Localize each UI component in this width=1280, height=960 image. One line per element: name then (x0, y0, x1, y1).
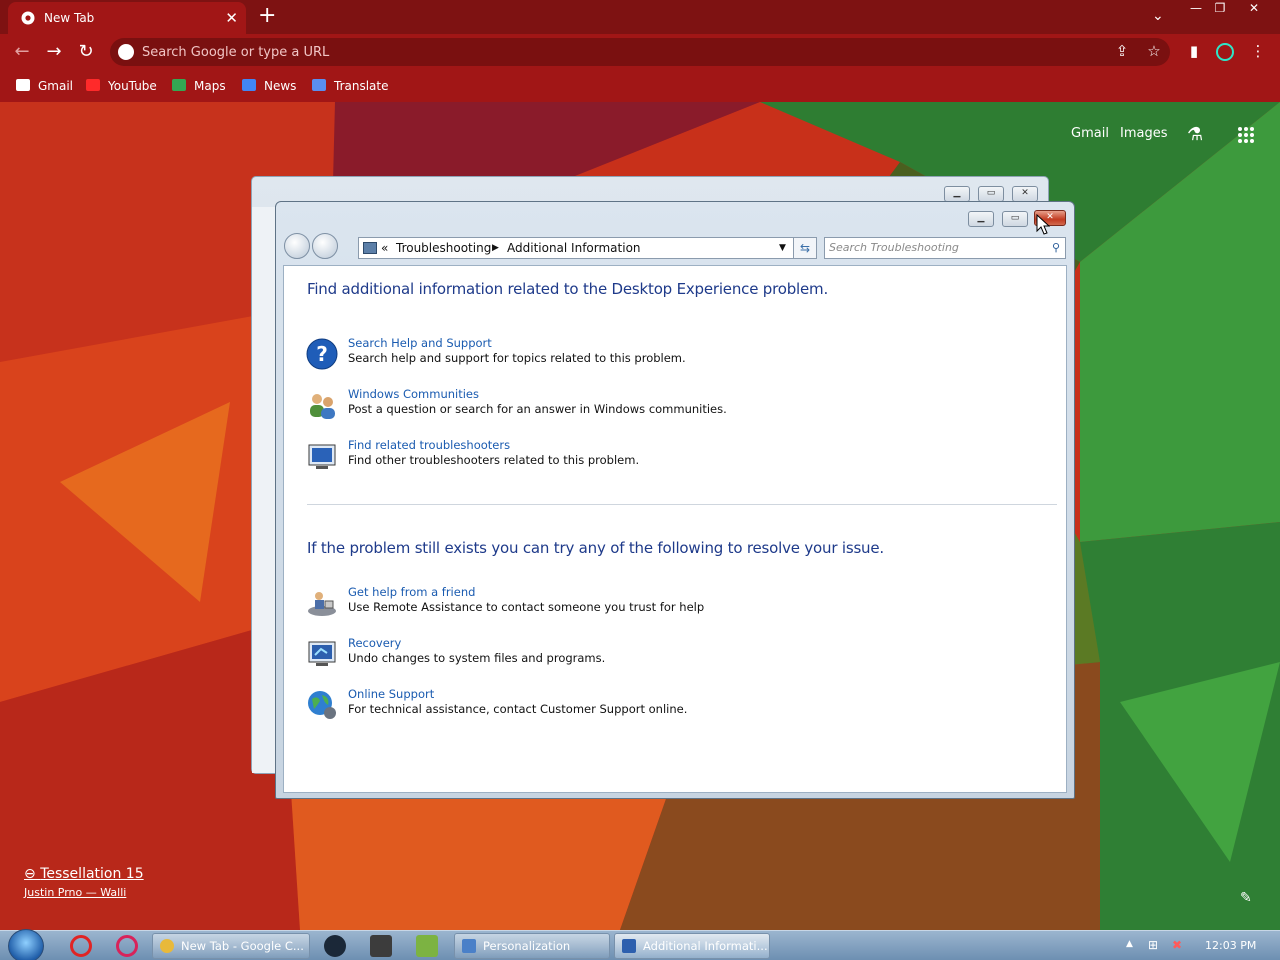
tab-close-icon[interactable]: ✕ (225, 9, 238, 27)
apps-grid-icon[interactable] (1238, 127, 1254, 143)
bookmarks-bar: Gmail YouTube Maps News Translate (0, 70, 1280, 102)
bookmark-gmail[interactable]: Gmail (16, 77, 73, 95)
task-chrome[interactable]: New Tab - Google C... (152, 933, 310, 959)
mouse-cursor-icon (1036, 214, 1050, 235)
clock[interactable]: 12:03 PM (1205, 939, 1256, 952)
troubleshooting-window[interactable]: ▁ ▭ ✕ « Troubleshooting ▶ Additional Inf… (275, 201, 1075, 799)
back-maximize-icon[interactable]: ▭ (978, 186, 1004, 202)
menu-kebab-icon[interactable]: ⋮ (1248, 42, 1268, 62)
browser-toolbar: ← → ↻ ⇪ ☆ ▮ ⋮ (0, 34, 1280, 70)
omnibox-input[interactable] (142, 42, 1042, 62)
task-additional-information[interactable]: Additional Informati... (614, 933, 770, 959)
steam-icon[interactable] (324, 935, 346, 957)
youtube-icon (86, 79, 100, 91)
news-icon (242, 79, 256, 91)
control-panel-icon (363, 242, 377, 254)
remote-assistance-icon (308, 592, 336, 616)
translate-icon (312, 79, 326, 91)
breadcrumb-chevrons[interactable]: « (381, 241, 388, 255)
attribution-author[interactable]: Justin Prno — Walli (24, 886, 144, 899)
address-dropdown-icon[interactable]: ▼ (779, 243, 786, 253)
bookmark-news[interactable]: News (242, 77, 296, 95)
volume-muted-icon[interactable]: ✖ (1172, 938, 1182, 952)
maps-icon (172, 79, 186, 91)
section-heading-resolve: If the problem still exists you can try … (307, 539, 884, 557)
tab-search-chevron-icon[interactable]: ⌄ (1152, 8, 1164, 24)
chrome-icon (160, 939, 174, 953)
troubleshooter-icon (308, 444, 336, 469)
content-pane: Find additional information related to t… (283, 265, 1067, 793)
back-arrow-icon[interactable]: ← (10, 40, 34, 64)
start-button[interactable] (8, 929, 44, 960)
tray-expand-icon[interactable]: ▲ (1126, 939, 1133, 949)
share-icon[interactable]: ⇪ (1112, 42, 1132, 62)
link-icon: ⊖ (24, 866, 41, 882)
breadcrumb-additional-information[interactable]: Additional Information (507, 241, 641, 255)
windows-explorer-icon[interactable] (416, 935, 438, 957)
tab-new-tab[interactable]: New Tab ✕ (8, 2, 246, 34)
side-panel-icon[interactable]: ▮ (1184, 42, 1204, 62)
google-icon (118, 44, 134, 60)
opera-gx-icon[interactable] (116, 935, 138, 957)
back-button[interactable] (284, 233, 310, 259)
back-close-icon[interactable]: ✕ (1012, 186, 1038, 202)
star-icon[interactable]: ☆ (1144, 42, 1164, 62)
ntp-images-link[interactable]: Images (1120, 126, 1168, 141)
restore-icon[interactable]: ❐ (1206, 0, 1234, 18)
section-divider (307, 504, 1057, 505)
profile-avatar[interactable] (1216, 43, 1234, 61)
chrome-icon (21, 11, 35, 25)
browser-tabstrip: New Tab ✕ + ⌄ — ❐ ✕ (0, 0, 1280, 34)
refresh-icon[interactable]: ⇆ (793, 237, 817, 259)
bookmark-youtube[interactable]: YouTube (86, 77, 157, 95)
labs-flask-icon[interactable]: ⚗ (1187, 124, 1203, 145)
bookmark-maps[interactable]: Maps (172, 77, 226, 95)
customize-pencil-icon[interactable]: ✎ (1240, 890, 1252, 906)
breadcrumb-arrow-icon[interactable]: ▶ (492, 243, 499, 253)
taskbar: New Tab - Google C... Personalization Ad… (0, 929, 1280, 960)
help-icon: ? (306, 338, 338, 370)
attribution-title[interactable]: ⊖ Tessellation 15 (24, 866, 144, 882)
search-input[interactable] (829, 241, 1039, 254)
network-icon[interactable]: ⊞ (1148, 938, 1158, 952)
reload-icon[interactable]: ↻ (74, 40, 98, 64)
maximize-button[interactable]: ▭ (1002, 211, 1028, 227)
wallpaper-attribution: ⊖ Tessellation 15 Justin Prno — Walli (24, 866, 144, 899)
search-icon[interactable]: ⚲ (1052, 241, 1060, 254)
personalization-icon (462, 939, 476, 953)
svg-text:?: ? (316, 342, 328, 366)
recovery-icon (308, 641, 336, 666)
users-icon (310, 394, 335, 419)
new-tab-button[interactable]: + (258, 4, 276, 28)
forward-button[interactable] (312, 233, 338, 259)
forward-arrow-icon[interactable]: → (42, 40, 66, 64)
address-bar[interactable]: « Troubleshooting ▶ Additional Informati… (358, 237, 794, 259)
globe-icon (308, 691, 336, 719)
task-personalization[interactable]: Personalization (454, 933, 610, 959)
close-icon[interactable]: ✕ (1240, 0, 1268, 18)
bookmark-translate[interactable]: Translate (312, 77, 389, 95)
omnibox[interactable]: ⇪ ☆ (110, 38, 1170, 66)
minecraft-icon[interactable] (370, 935, 392, 957)
gmail-icon (16, 79, 30, 91)
navigation-buttons (284, 233, 344, 261)
search-box[interactable]: ⚲ (824, 237, 1066, 259)
minimize-button[interactable]: ▁ (968, 211, 994, 227)
breadcrumb-troubleshooting[interactable]: Troubleshooting (396, 241, 491, 255)
back-minimize-icon[interactable]: ▁ (944, 186, 970, 202)
tab-title: New Tab (44, 11, 95, 25)
opera-icon[interactable] (70, 935, 92, 957)
section-heading-additional-info: Find additional information related to t… (307, 280, 829, 298)
troubleshooter-icon (622, 939, 636, 953)
ntp-gmail-link[interactable]: Gmail (1071, 126, 1109, 141)
